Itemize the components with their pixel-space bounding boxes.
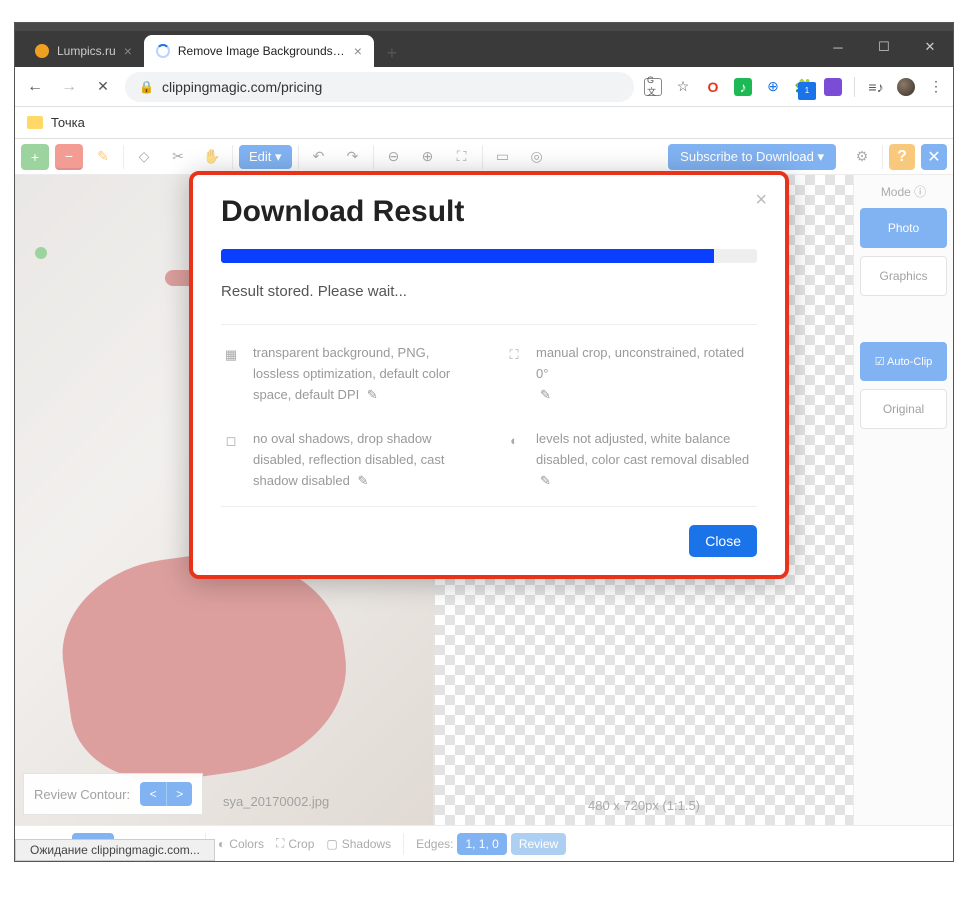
- bookmarks-bar: Точка: [15, 107, 953, 139]
- download-result-modal: × Download Result Result stored. Please …: [189, 171, 789, 579]
- shadows-setting: ◻ no oval shadows, drop shadow disabled,…: [221, 429, 474, 491]
- export-settings: ▦ transparent background, PNG, lossless …: [221, 343, 757, 492]
- close-window-button[interactable]: ✕: [907, 31, 953, 63]
- modal-title: Download Result: [221, 195, 757, 229]
- translate-icon[interactable]: G文: [644, 78, 662, 96]
- tab-lumpics[interactable]: Lumpics.ru ×: [23, 35, 144, 67]
- stop-button[interactable]: ✕: [91, 75, 115, 99]
- edit-pencil-icon[interactable]: ✎: [540, 473, 551, 488]
- forward-button[interactable]: →: [57, 75, 81, 99]
- extension-icon[interactable]: 🧩1: [794, 78, 812, 96]
- yandex-icon[interactable]: O: [704, 78, 722, 96]
- chrome-menu-icon[interactable]: ⋮: [927, 78, 945, 96]
- progress-bar: [221, 249, 757, 263]
- lumpics-favicon: [35, 44, 49, 58]
- address-bar[interactable]: 🔒 clippingmagic.com/pricing: [125, 72, 634, 102]
- reading-list-icon[interactable]: ≡♪: [867, 78, 885, 96]
- layers-icon: ▦: [221, 343, 241, 405]
- browser-status-bar: Ожидание clippingmagic.com...: [15, 839, 215, 861]
- extension-icons: G文 ☆ O ♪ ⊕ 🧩1 ≡♪ ⋮: [644, 77, 945, 97]
- background-setting: ▦ transparent background, PNG, lossless …: [221, 343, 474, 405]
- close-tab-icon[interactable]: ×: [354, 43, 362, 59]
- minimize-button[interactable]: ─: [815, 31, 861, 63]
- close-tab-icon[interactable]: ×: [124, 43, 132, 59]
- browser-window: Lumpics.ru × Remove Image Backgrounds On…: [14, 22, 954, 862]
- tab-title: Lumpics.ru: [57, 44, 116, 58]
- tab-strip: Lumpics.ru × Remove Image Backgrounds On…: [15, 31, 953, 67]
- edit-pencil-icon[interactable]: ✎: [540, 387, 551, 402]
- tab-clippingmagic[interactable]: Remove Image Backgrounds Onl ×: [144, 35, 374, 67]
- lock-icon: 🔒: [139, 80, 154, 94]
- window-controls: ─ ☐ ✕: [815, 31, 953, 63]
- purple-extension-icon[interactable]: [824, 78, 842, 96]
- folder-icon: [27, 116, 43, 129]
- loading-spinner-icon: [156, 44, 170, 58]
- window-titlebar: [15, 23, 953, 31]
- bookmark-item[interactable]: Точка: [51, 115, 85, 130]
- url-text: clippingmagic.com/pricing: [162, 79, 322, 95]
- new-tab-button[interactable]: +: [378, 39, 406, 67]
- tab-title: Remove Image Backgrounds Onl: [178, 44, 346, 58]
- maximize-button[interactable]: ☐: [861, 31, 907, 63]
- modal-status-text: Result stored. Please wait...: [221, 283, 757, 300]
- profile-avatar[interactable]: [897, 78, 915, 96]
- bookmark-star-icon[interactable]: ☆: [674, 78, 692, 96]
- levels-setting: ◐ levels not adjusted, white balance dis…: [504, 429, 757, 491]
- music-extension-icon[interactable]: ♪: [734, 78, 752, 96]
- globe-icon[interactable]: ⊕: [764, 78, 782, 96]
- edit-pencil-icon[interactable]: ✎: [357, 473, 368, 488]
- crop-icon: ⛶: [504, 343, 524, 405]
- crop-setting: ⛶ manual crop, unconstrained, rotated 0°…: [504, 343, 757, 405]
- progress-fill: [221, 249, 714, 263]
- contrast-icon: ◐: [504, 429, 524, 491]
- edit-pencil-icon[interactable]: ✎: [367, 387, 378, 402]
- navigation-bar: ← → ✕ 🔒 clippingmagic.com/pricing G文 ☆ O…: [15, 67, 953, 107]
- back-button[interactable]: ←: [23, 75, 47, 99]
- shadow-icon: ◻: [221, 429, 241, 491]
- modal-close-icon[interactable]: ×: [755, 189, 767, 212]
- modal-close-button[interactable]: Close: [689, 525, 757, 557]
